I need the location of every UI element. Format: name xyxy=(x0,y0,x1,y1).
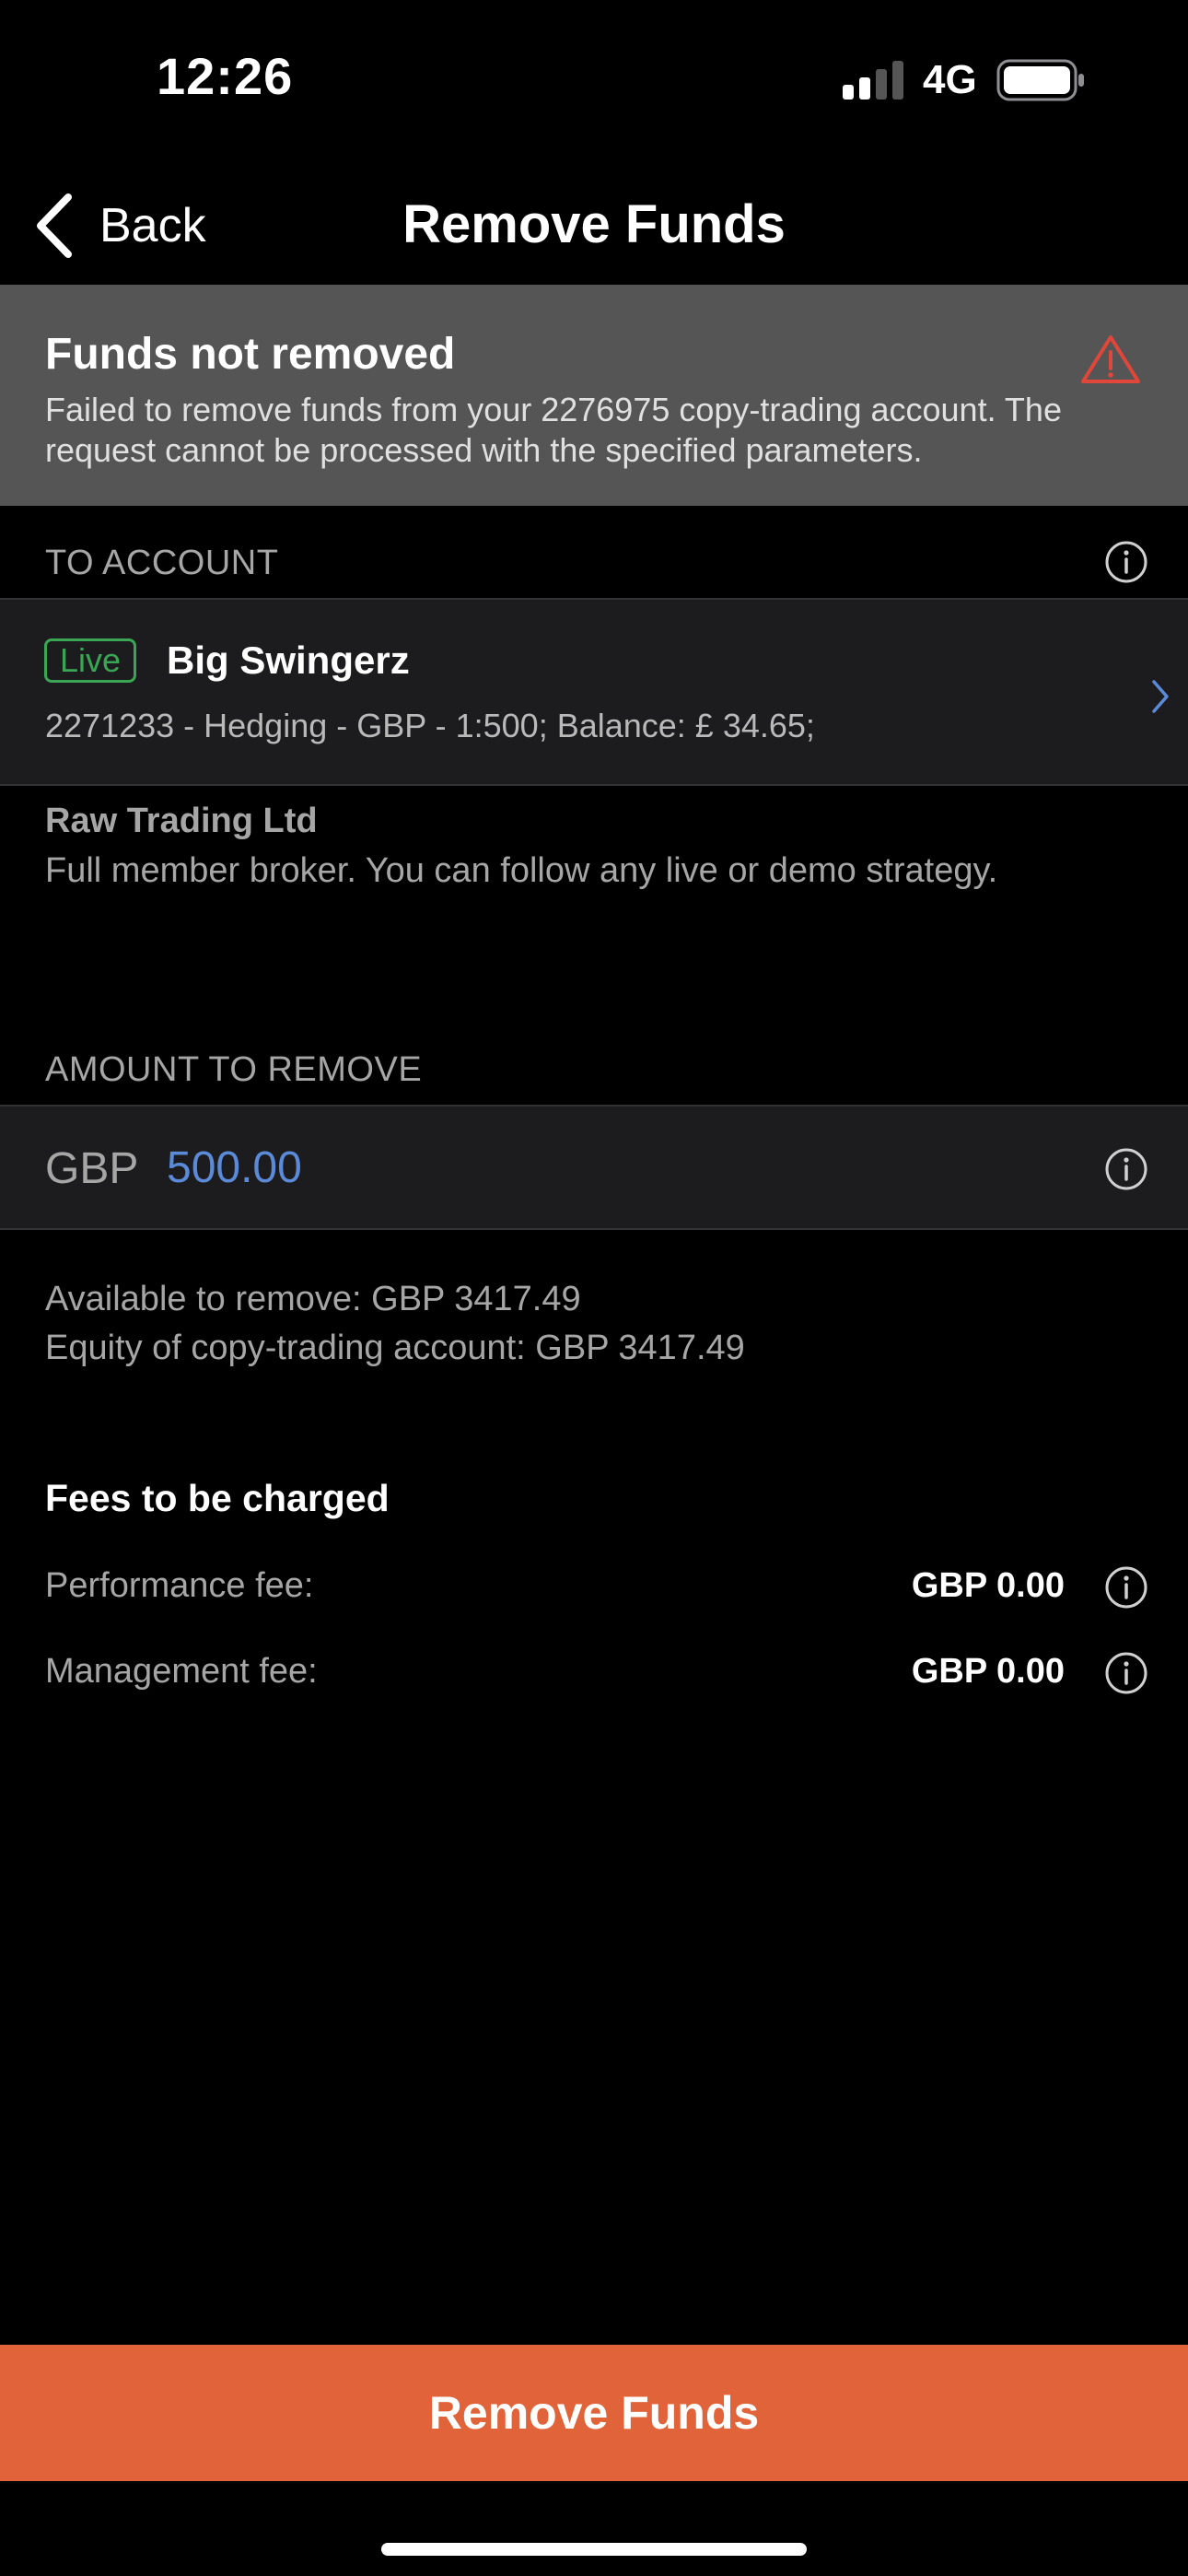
amount-input[interactable] xyxy=(167,1134,996,1200)
info-icon[interactable] xyxy=(1103,1564,1149,1610)
error-banner: Funds not removed Failed to remove funds… xyxy=(0,285,1188,506)
network-label: 4G xyxy=(923,57,977,102)
banner-message: Failed to remove funds from your 2276975… xyxy=(45,391,1062,469)
home-indicator xyxy=(381,2543,807,2556)
available-to-remove: Available to remove: GBP 3417.49 xyxy=(45,1280,581,1318)
page-title: Remove Funds xyxy=(402,194,786,254)
management-fee-value: GBP 0.00 xyxy=(911,1652,1065,1691)
info-icon[interactable] xyxy=(1103,1650,1149,1696)
fees-title: Fees to be charged xyxy=(45,1477,390,1519)
to-account-label: TO ACCOUNT xyxy=(45,544,279,582)
account-details: 2271233 - Hedging - GBP - 1:500; Balance… xyxy=(45,707,815,744)
banner-title: Funds not removed xyxy=(45,330,456,379)
amount-label: AMOUNT TO REMOVE xyxy=(45,1050,423,1089)
warning-icon xyxy=(1081,335,1140,383)
availability-info: Available to remove: GBP 3417.49 Equity … xyxy=(45,1275,745,1373)
nav-bar: Back Remove Funds xyxy=(0,175,1188,276)
management-fee-label: Management fee: xyxy=(45,1652,318,1691)
chevron-right-icon xyxy=(1152,680,1169,713)
info-icon[interactable] xyxy=(1103,539,1149,585)
status-bar: 12:26 4G xyxy=(0,0,1188,161)
broker-description: Full member broker. You can follow any l… xyxy=(45,851,998,890)
broker-name: Raw Trading Ltd xyxy=(45,802,318,840)
account-name: Big Swingerz xyxy=(167,638,410,682)
status-time: 12:26 xyxy=(157,47,294,105)
signal-icon xyxy=(843,61,903,100)
info-icon[interactable] xyxy=(1103,1146,1149,1192)
equity-info: Equity of copy-trading account: GBP 3417… xyxy=(45,1329,745,1367)
remove-funds-button[interactable]: Remove Funds xyxy=(0,2345,1188,2481)
performance-fee-label: Performance fee: xyxy=(45,1566,314,1605)
currency-label: GBP xyxy=(45,1144,139,1193)
amount-row: GBP xyxy=(0,1105,1188,1230)
live-badge: Live xyxy=(44,638,137,683)
performance-fee-value: GBP 0.00 xyxy=(911,1566,1065,1605)
account-selector[interactable]: Live Big Swingerz 2271233 - Hedging - GB… xyxy=(0,598,1188,786)
battery-icon xyxy=(996,59,1084,101)
